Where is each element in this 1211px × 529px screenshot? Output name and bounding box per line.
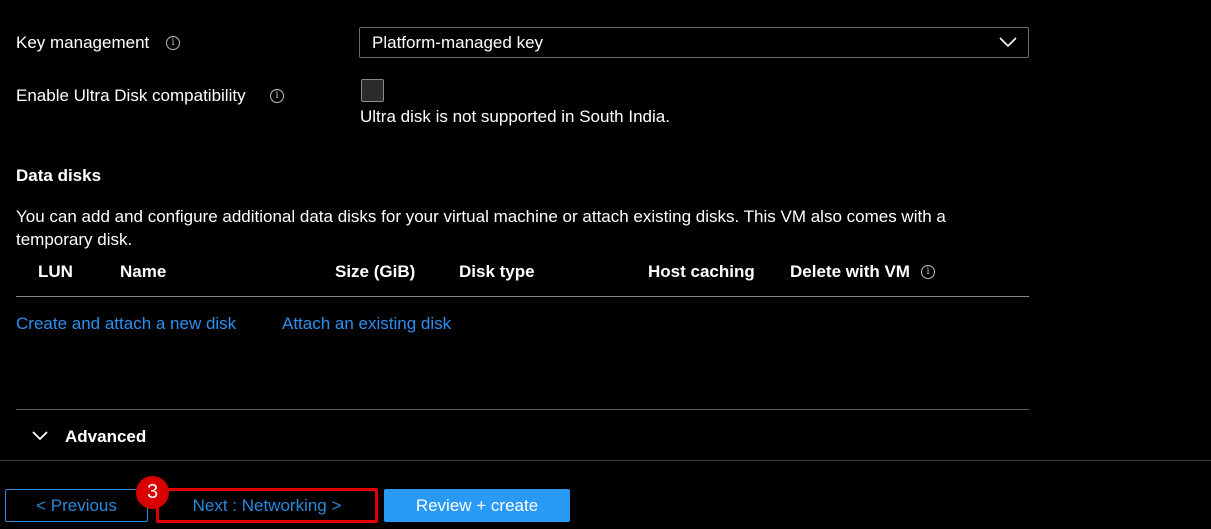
next-networking-button[interactable]: Next : Networking > — [156, 488, 378, 523]
data-disks-heading: Data disks — [16, 166, 102, 185]
attach-existing-disk-link[interactable]: Attach an existing disk — [282, 314, 451, 334]
step-number-badge: 3 — [136, 476, 169, 509]
ultra-disk-checkbox[interactable] — [361, 79, 384, 102]
chevron-down-icon[interactable] — [31, 430, 49, 442]
create-attach-new-disk-link[interactable]: Create and attach a new disk — [16, 314, 236, 334]
column-header-name: Name — [120, 262, 167, 281]
key-management-label: Key management — [16, 33, 150, 52]
ultra-disk-unsupported-note: Ultra disk is not supported in South Ind… — [360, 107, 670, 126]
table-divider — [16, 296, 1029, 297]
column-header-delete-with-vm: Delete with VM — [790, 262, 910, 281]
info-icon[interactable]: i — [166, 36, 180, 50]
previous-button[interactable]: < Previous — [5, 489, 148, 522]
section-divider — [16, 409, 1029, 410]
disks-tab-page: Key management i Platform-managed key En… — [0, 0, 1211, 529]
column-header-host-caching: Host caching — [648, 262, 755, 281]
advanced-section-toggle[interactable]: Advanced — [65, 427, 146, 447]
review-create-button[interactable]: Review + create — [384, 489, 570, 522]
chevron-down-icon — [999, 37, 1017, 48]
column-header-size: Size (GiB) — [335, 262, 416, 281]
data-disks-description: You can add and configure additional dat… — [16, 207, 946, 249]
column-header-disk-type: Disk type — [459, 262, 535, 281]
column-header-lun: LUN — [38, 262, 73, 281]
info-icon[interactable]: i — [921, 265, 935, 279]
info-icon[interactable]: i — [270, 89, 284, 103]
key-management-dropdown[interactable]: Platform-managed key — [359, 27, 1029, 58]
key-management-selected-value: Platform-managed key — [372, 33, 544, 52]
ultra-disk-label: Enable Ultra Disk compatibility — [16, 86, 246, 105]
